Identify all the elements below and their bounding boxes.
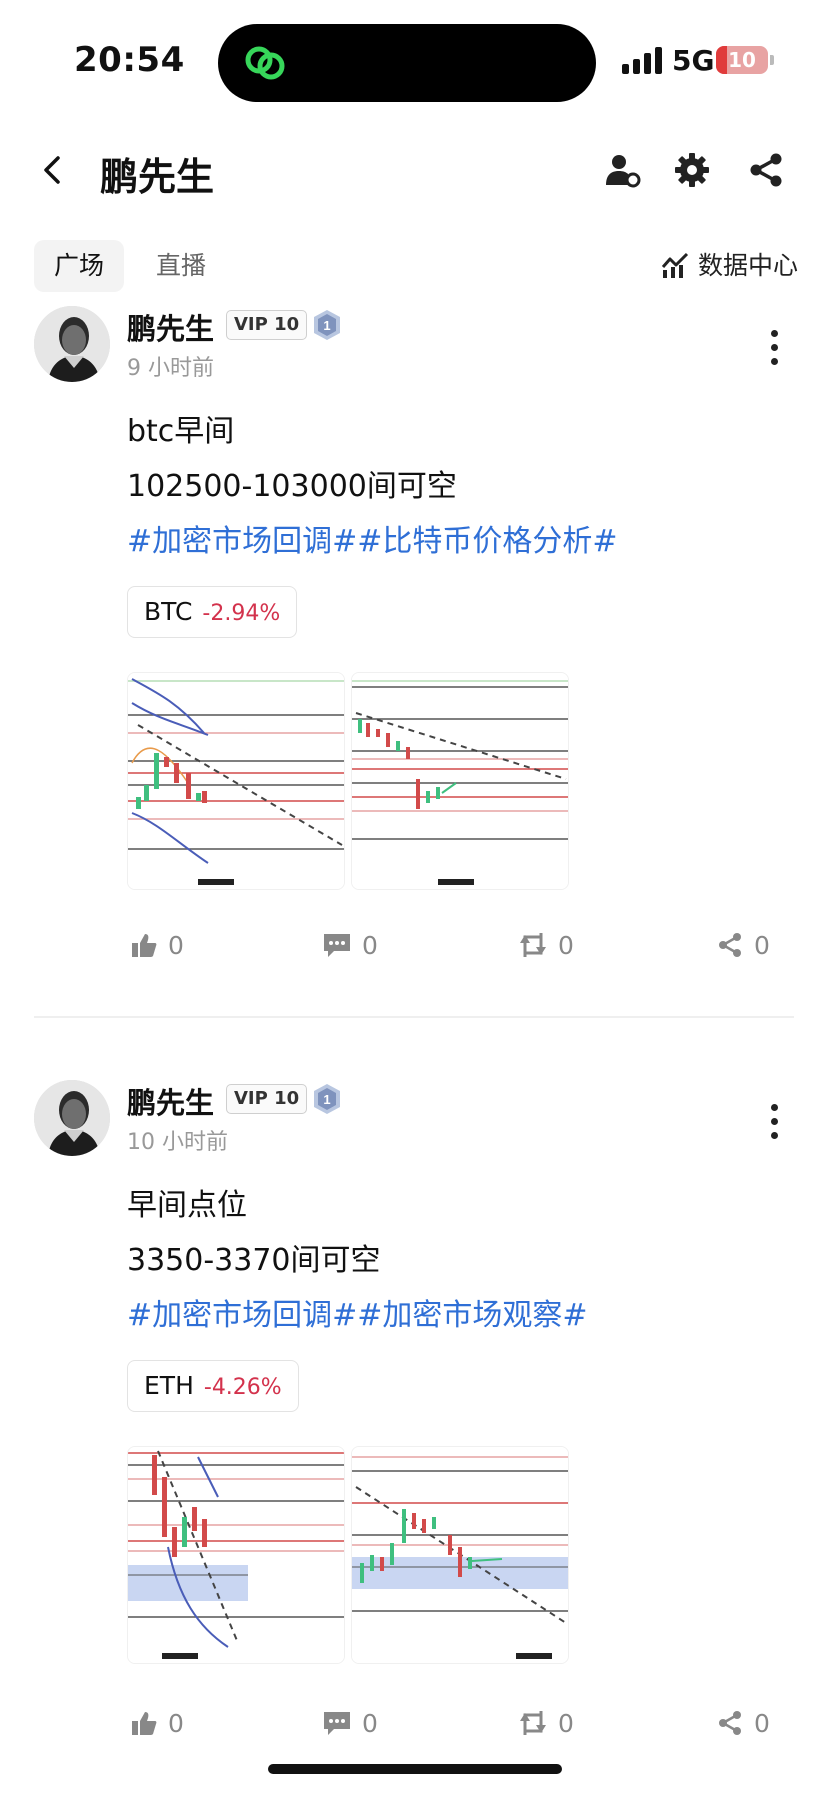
ticker-symbol: BTC bbox=[144, 597, 193, 626]
comment-count: 0 bbox=[362, 931, 378, 960]
post-actions: 0 0 0 0 bbox=[0, 1704, 828, 1744]
battery-cap bbox=[770, 55, 774, 65]
share-button[interactable]: 0 bbox=[716, 926, 770, 966]
status-time: 20:54 bbox=[74, 40, 185, 80]
page-title: 鹏先生 bbox=[100, 155, 215, 199]
comment-icon bbox=[324, 934, 350, 957]
repost-icon bbox=[520, 1711, 546, 1735]
chart-thumbnail[interactable] bbox=[127, 672, 345, 890]
ticker-chip[interactable]: ETH -4.26% bbox=[127, 1360, 299, 1412]
post-hashtags[interactable]: #加密市场回调##比特币价格分析# bbox=[127, 516, 618, 560]
like-count: 0 bbox=[168, 1709, 184, 1738]
post-text-line: 102500-103000间可空 bbox=[127, 469, 457, 504]
share-button[interactable]: 0 bbox=[716, 1704, 770, 1744]
author-name[interactable]: 鹏先生 bbox=[127, 306, 214, 348]
share-count: 0 bbox=[754, 931, 770, 960]
author-name[interactable]: 鹏先生 bbox=[127, 1080, 214, 1122]
comment-button[interactable]: 0 bbox=[322, 1704, 378, 1744]
post-divider bbox=[34, 1016, 794, 1018]
chart-thumbnail[interactable] bbox=[127, 1446, 345, 1664]
ticker-change: -2.94% bbox=[202, 601, 281, 626]
post-hashtags[interactable]: #加密市场回调##加密市场观察# bbox=[127, 1290, 588, 1334]
share-icon bbox=[719, 1711, 741, 1735]
comment-icon bbox=[324, 1712, 350, 1735]
share-icon[interactable] bbox=[746, 150, 786, 190]
repost-button[interactable]: 0 bbox=[518, 1704, 574, 1744]
chart-thumbnail[interactable] bbox=[351, 672, 569, 890]
ticker-chip[interactable]: BTC -2.94% bbox=[127, 586, 298, 638]
share-icon bbox=[719, 933, 741, 957]
comment-button[interactable]: 0 bbox=[322, 926, 378, 966]
battery-icon: 10 bbox=[716, 46, 768, 74]
like-icon bbox=[132, 934, 157, 957]
post-time: 9 小时前 bbox=[127, 356, 214, 381]
post-text-line: btc早间 bbox=[127, 414, 235, 449]
data-center-link[interactable]: 数据中心 bbox=[660, 240, 798, 292]
share-count: 0 bbox=[754, 1709, 770, 1738]
home-indicator[interactable] bbox=[268, 1764, 562, 1774]
repost-count: 0 bbox=[558, 931, 574, 960]
more-icon[interactable] bbox=[764, 1100, 786, 1144]
user-settings-icon[interactable] bbox=[602, 150, 642, 190]
chart-icon bbox=[661, 252, 689, 278]
dynamic-island bbox=[218, 24, 596, 102]
gear-icon[interactable] bbox=[672, 150, 712, 190]
post-text-line: 早间点位 bbox=[127, 1188, 247, 1223]
vip-badge: VIP 10 bbox=[226, 1084, 308, 1114]
repost-count: 0 bbox=[558, 1709, 574, 1738]
data-center-label: 数据中心 bbox=[697, 251, 798, 280]
level-badge-number: 1 bbox=[323, 318, 330, 333]
repost-icon bbox=[520, 933, 546, 957]
app-link-icon bbox=[245, 46, 285, 80]
level-badge-number: 1 bbox=[323, 1092, 330, 1107]
repost-button[interactable]: 0 bbox=[518, 926, 574, 966]
comment-count: 0 bbox=[362, 1709, 378, 1738]
status-bar: 20:54 5G 10 bbox=[0, 0, 828, 120]
ticker-change: -4.26% bbox=[203, 1375, 282, 1400]
chart-thumbnail[interactable] bbox=[351, 1446, 569, 1664]
network-type: 5G bbox=[672, 44, 715, 77]
avatar-photo bbox=[34, 306, 110, 382]
page-header: 鹏先生 bbox=[0, 120, 828, 220]
avatar-photo bbox=[34, 1080, 110, 1156]
like-button[interactable]: 0 bbox=[130, 1704, 184, 1744]
tab-live[interactable]: 直播 bbox=[136, 240, 226, 292]
tab-bar: 广场 直播 数据中心 bbox=[0, 240, 828, 296]
ticker-symbol: ETH bbox=[144, 1371, 194, 1400]
like-count: 0 bbox=[168, 931, 184, 960]
avatar[interactable] bbox=[34, 306, 110, 382]
back-icon[interactable] bbox=[34, 150, 74, 190]
post-time: 10 小时前 bbox=[127, 1130, 228, 1155]
level-badge-icon: 1 bbox=[314, 310, 340, 340]
like-button[interactable]: 0 bbox=[130, 926, 184, 966]
post-text-line: 3350-3370间可空 bbox=[127, 1243, 381, 1278]
signal-icon bbox=[622, 46, 664, 74]
level-badge-icon: 1 bbox=[314, 1084, 340, 1114]
like-icon bbox=[132, 1712, 157, 1735]
battery-level: 10 bbox=[728, 48, 756, 72]
more-icon[interactable] bbox=[764, 326, 786, 370]
vip-badge: VIP 10 bbox=[226, 310, 308, 340]
tab-square[interactable]: 广场 bbox=[34, 240, 125, 292]
post-actions: 0 0 0 0 bbox=[0, 926, 828, 966]
avatar[interactable] bbox=[34, 1080, 110, 1156]
